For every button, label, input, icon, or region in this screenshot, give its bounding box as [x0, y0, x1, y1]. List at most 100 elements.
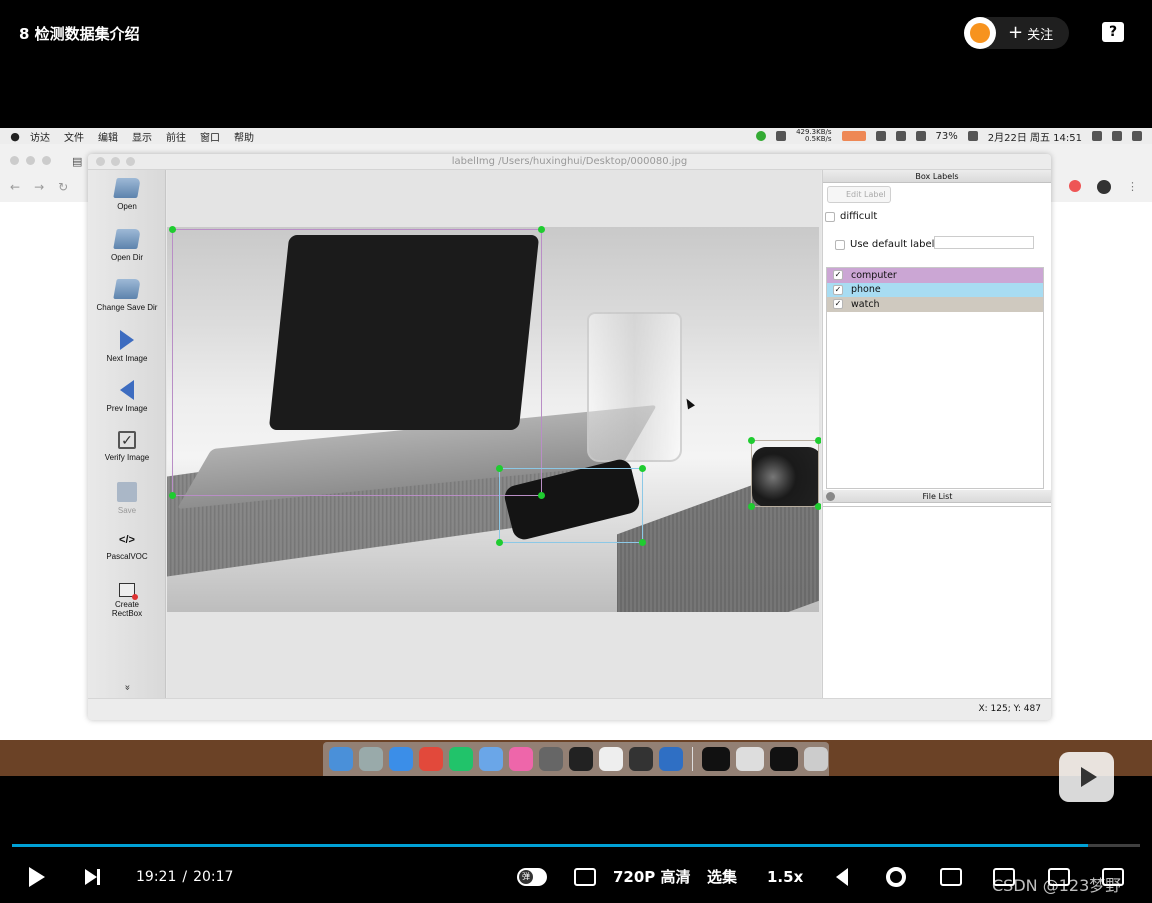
save-button[interactable]: Save	[88, 482, 166, 515]
obs-icon[interactable]	[629, 747, 653, 771]
browser-right-icons: ⋮	[1069, 180, 1138, 194]
create-rectbox-button[interactable]: Create RectBox	[88, 583, 166, 618]
voc-app-icon[interactable]	[659, 747, 683, 771]
window-titlebar: labelImg /Users/huxinghui/Desktop/000080…	[88, 154, 1051, 170]
window-thumbnail-icon[interactable]	[736, 747, 764, 771]
forward-icon: →	[34, 180, 45, 194]
labels-list[interactable]: ✓ computer ✓ phone ✓ watch	[826, 267, 1044, 489]
system-preferences-icon[interactable]	[539, 747, 563, 771]
mac-dock	[323, 742, 829, 776]
change-save-dir-label: Change Save Dir	[96, 303, 158, 312]
pip-button[interactable]	[940, 850, 962, 903]
use-default-checkbox-box[interactable]	[835, 239, 845, 250]
apple-icon: ●	[10, 129, 20, 143]
use-default-label-checkbox[interactable]: Use default label	[835, 239, 934, 250]
box-labels-header: Box Labels	[823, 170, 1051, 183]
settings-button[interactable]	[886, 850, 906, 903]
edit-label-button[interactable]: Edit Label	[827, 186, 891, 203]
label-checkbox[interactable]: ✓	[833, 270, 843, 281]
annotation-canvas[interactable]	[167, 170, 821, 698]
open-folder-icon	[113, 178, 141, 198]
app-icon[interactable]	[509, 747, 533, 771]
typora-icon[interactable]	[599, 747, 623, 771]
next-icon	[85, 868, 100, 885]
play-button[interactable]	[29, 850, 45, 903]
next-episode-button[interactable]	[85, 850, 100, 903]
rectbox-icon	[119, 583, 138, 600]
cpu-graph-icon	[841, 131, 866, 141]
volume-button[interactable]	[836, 850, 848, 903]
terminal-icon[interactable]	[569, 747, 593, 771]
uploader-follow[interactable]: + 关注	[964, 17, 1069, 49]
uploader-avatar[interactable]	[964, 17, 996, 49]
chrome-icon[interactable]	[419, 747, 443, 771]
menu-go: 前往	[166, 132, 186, 144]
bbox-watch[interactable]	[748, 437, 821, 510]
change-save-dir-button[interactable]: Change Save Dir	[88, 279, 166, 312]
file-list-header: File List	[823, 490, 1051, 503]
siri-icon	[1112, 131, 1122, 141]
help-icon[interactable]: ?	[1102, 22, 1124, 42]
file-list-title: File List	[922, 492, 953, 501]
plus-icon: +	[1008, 22, 1024, 43]
extension-icon	[1069, 180, 1081, 192]
difficult-checkbox[interactable]: difficult	[825, 211, 877, 222]
wifi-icon	[895, 131, 906, 141]
difficult-checkbox-box[interactable]	[825, 211, 835, 222]
net-speed-down: 0.5KB/s	[804, 135, 832, 143]
bilibili-tv-icon[interactable]	[1059, 752, 1114, 802]
label-row-computer[interactable]: ✓ computer	[827, 268, 1043, 283]
bbox-phone[interactable]	[496, 465, 646, 546]
safari-icon[interactable]	[389, 747, 413, 771]
episodes-button[interactable]: 选集	[707, 850, 737, 903]
label-checkbox[interactable]: ✓	[833, 299, 843, 310]
label-row-watch[interactable]: ✓ watch	[827, 297, 1043, 312]
status-icon	[875, 131, 886, 141]
danmaku-toggle[interactable]: 弹	[517, 850, 547, 903]
right-arrow-icon	[120, 330, 134, 350]
status-icon	[756, 131, 767, 141]
bbox-computer[interactable]	[169, 226, 545, 499]
window-thumbnail-icon[interactable]	[770, 747, 798, 771]
quality-button[interactable]: 720P 高清	[613, 850, 691, 903]
finder-icon[interactable]	[329, 747, 353, 771]
video-frame[interactable]: ● 访达 文件 编辑 显示 前往 窗口 帮助 429.3KB/s 0.5KB/s …	[0, 128, 1152, 776]
danmaku-settings-button[interactable]	[574, 850, 596, 903]
save-label: Save	[117, 506, 137, 515]
label-checkbox[interactable]: ✓	[833, 284, 843, 295]
tool-sidebar: Open Open Dir Change Save Dir Next Image…	[88, 170, 166, 698]
pycharm-icon[interactable]	[449, 747, 473, 771]
label-row-phone[interactable]: ✓ phone	[827, 282, 1043, 297]
prev-image-button[interactable]: Prev Image	[88, 380, 166, 413]
browser-window-controls	[10, 156, 51, 165]
next-image-button[interactable]: Next Image	[88, 330, 166, 363]
right-panel: Box Labels Edit Label difficult Use defa…	[822, 170, 1051, 698]
keynote-icon[interactable]	[479, 747, 503, 771]
video-player: 8 检测数据集介绍 + 关注 ? ● 访达 文件 编辑 显示 前往 窗口 帮助 …	[0, 0, 1152, 903]
speed-button[interactable]: 1.5x	[767, 850, 803, 903]
profile-avatar-icon	[1097, 180, 1111, 194]
battery-icon	[967, 131, 978, 141]
open-dir-button[interactable]: Open Dir	[88, 229, 166, 262]
next-image-label: Next Image	[106, 354, 148, 363]
use-default-label-text: Use default label	[850, 239, 935, 250]
dock-panel-icon[interactable]	[826, 492, 835, 501]
progress-bar[interactable]	[12, 844, 1140, 847]
current-time: 19:21	[136, 868, 177, 885]
launchpad-icon[interactable]	[359, 747, 383, 771]
file-list[interactable]	[823, 506, 1051, 698]
window-thumbnail-icon[interactable]	[702, 747, 730, 771]
difficult-label: difficult	[840, 211, 878, 222]
format-button[interactable]: </> PascalVOC	[88, 534, 166, 561]
follow-button[interactable]: + 关注	[1008, 24, 1053, 43]
default-label-input[interactable]	[934, 236, 1034, 249]
menu-file: 文件	[64, 132, 84, 144]
more-icon: ⋮	[1127, 180, 1138, 193]
labelimg-window: labelImg /Users/huxinghui/Desktop/000080…	[88, 154, 1051, 720]
reload-icon: ↻	[58, 180, 69, 194]
open-button[interactable]: Open	[88, 178, 166, 211]
video-title: 8 检测数据集介绍	[19, 25, 140, 43]
open-dir-label: Open Dir	[110, 253, 143, 262]
trash-icon[interactable]	[804, 747, 828, 771]
verify-image-button[interactable]: ✓ Verify Image	[88, 431, 166, 462]
